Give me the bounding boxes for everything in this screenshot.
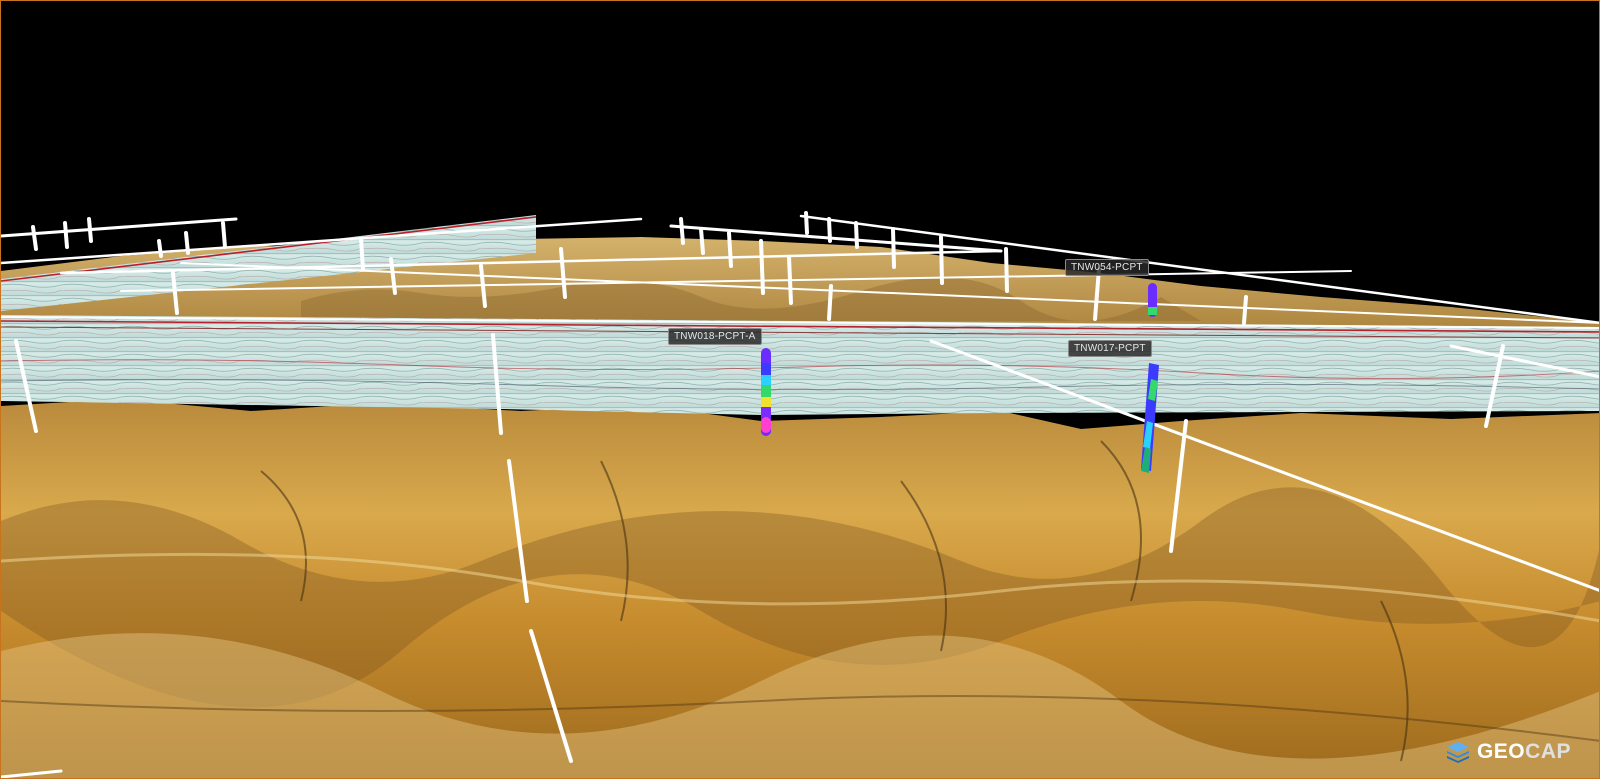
3d-viewport[interactable]: TNW054-PCPT TNW018-PCPT-A TNW017-PCPT GE…: [0, 0, 1600, 779]
logo-text: GEOCAP: [1477, 740, 1571, 764]
well-label-tnw018[interactable]: TNW018-PCPT-A: [668, 328, 762, 345]
well-label-tnw017[interactable]: TNW017-PCPT: [1068, 340, 1152, 357]
3d-scene[interactable]: [1, 1, 1600, 779]
near-terrain: [1, 399, 1599, 778]
well-log-tnw018[interactable]: [761, 348, 771, 436]
logo-text-cap: CAP: [1525, 740, 1571, 763]
logo-text-geo: GEO: [1476, 740, 1526, 763]
well-log-tnw054[interactable]: [1148, 283, 1157, 317]
well-label-tnw054[interactable]: TNW054-PCPT: [1065, 259, 1149, 276]
stacked-layers-icon: [1446, 742, 1469, 763]
main-seismic-section: [1, 315, 1599, 415]
geocap-logo: GEOCAP: [1445, 740, 1571, 764]
